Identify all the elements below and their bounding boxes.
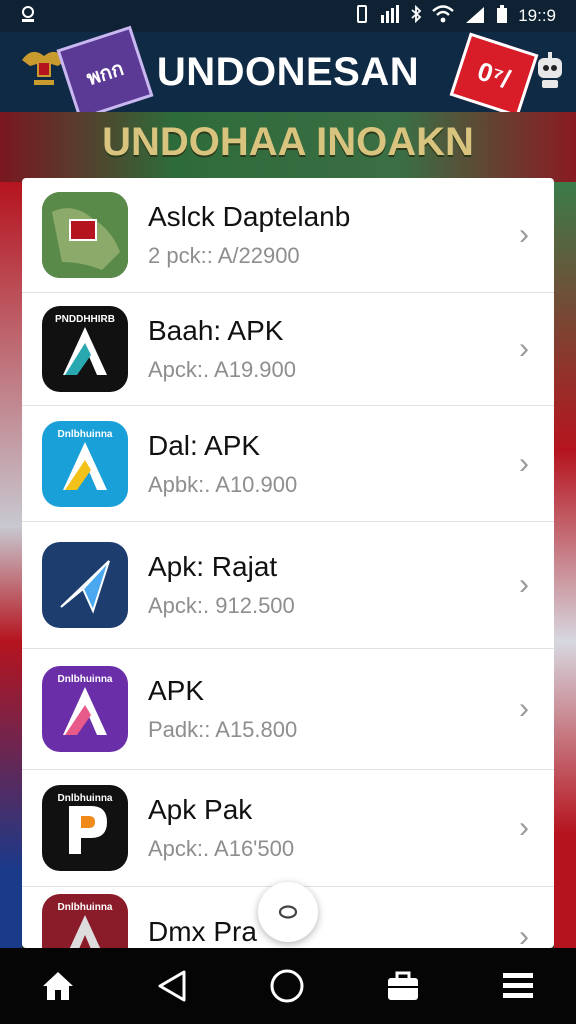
list-item[interactable]: Dnlbhuinna APK Padk:: A15.800 › bbox=[22, 649, 554, 770]
app-name: Dmx Pra bbox=[148, 916, 257, 947]
chevron-right-icon: › bbox=[519, 332, 529, 365]
app-name: Apk Pak bbox=[148, 794, 253, 825]
background-flag-right bbox=[554, 182, 576, 948]
app-price: Apck:. 912.500 bbox=[148, 593, 295, 618]
chevron-right-icon: › bbox=[519, 218, 529, 251]
signal-bars-icon bbox=[380, 4, 400, 28]
app-name: APK bbox=[148, 675, 205, 706]
app-price: Apck:. A19.900 bbox=[148, 357, 296, 382]
app-header: พกก UNDONESAN 0⁷/ bbox=[0, 25, 576, 121]
wifi-icon bbox=[432, 4, 454, 28]
bluetooth-icon bbox=[410, 4, 422, 28]
app-price: Padk:: A15.800 bbox=[148, 717, 298, 742]
back-icon[interactable] bbox=[156, 969, 188, 1003]
app-name: Apk: Rajat bbox=[148, 551, 278, 582]
menu-icon[interactable] bbox=[501, 971, 535, 1001]
home-circle-icon[interactable] bbox=[269, 968, 305, 1004]
chevron-right-icon: › bbox=[519, 811, 529, 844]
cell-signal-icon bbox=[464, 5, 486, 28]
chevron-right-icon: › bbox=[519, 692, 529, 725]
map-icon bbox=[42, 192, 128, 278]
letter-a-icon: PNDDHHIRB bbox=[42, 306, 128, 392]
clock: 19::9 bbox=[518, 6, 556, 25]
list-item[interactable]: Apk: Rajat Apck:. 912.500 › bbox=[22, 522, 554, 649]
battery-icon bbox=[496, 4, 508, 28]
home-icon[interactable] bbox=[41, 970, 75, 1002]
list-item[interactable]: PNDDHHIRB Baah: APK Apck:. A19.900 › bbox=[22, 293, 554, 406]
flag-sticker-left: พกก bbox=[56, 25, 154, 121]
paper-plane-icon bbox=[42, 542, 128, 628]
letter-a-icon: Dnlbhuinna bbox=[42, 420, 128, 507]
status-bar: 19::9 bbox=[0, 0, 576, 32]
vibrate-icon bbox=[354, 4, 370, 28]
list-item[interactable]: Dnlbhuinna Apk Pak Apck:. A16'500 › bbox=[22, 770, 554, 887]
banner-subtitle: UNDOHAA INOAKN bbox=[102, 120, 474, 164]
icon-label: Dnlbhuinna bbox=[57, 674, 113, 685]
letter-p-icon: Dnlbhuinna bbox=[42, 785, 128, 871]
chevron-right-icon: › bbox=[519, 446, 529, 480]
app-name: Dal: APK bbox=[148, 429, 261, 461]
app-price: Apck:. A16'500 bbox=[148, 836, 295, 861]
briefcase-icon[interactable] bbox=[386, 970, 420, 1002]
app-name: Aslck Daptelanb bbox=[148, 201, 351, 232]
icon-label: Dnlbhuinna bbox=[57, 793, 113, 804]
app-price: 2 pck:: A/22900 bbox=[148, 243, 300, 268]
page-title: UNDONESAN bbox=[156, 49, 420, 94]
chevron-right-icon: › bbox=[519, 568, 529, 601]
hero-banner: UNDOHAA INOAKN bbox=[0, 112, 576, 182]
letter-a-icon: Dnlbhuinna bbox=[42, 894, 128, 948]
icon-label: Dnlbhuinna bbox=[57, 902, 113, 913]
list-item[interactable]: Aslck Daptelanb 2 pck:: A/22900 › bbox=[22, 178, 554, 293]
list-item[interactable]: Dnlbhuinna Dal: APK Apbk:. A10.900 › bbox=[22, 406, 554, 522]
navigation-bar bbox=[0, 948, 576, 1024]
background-flag-left bbox=[0, 182, 22, 948]
chevron-right-icon: › bbox=[519, 920, 529, 948]
icon-label: PNDDHHIRB bbox=[55, 314, 115, 325]
flag-sticker-right: 0⁷/ bbox=[449, 32, 539, 118]
app-list: Aslck Daptelanb 2 pck:: A/22900 › PNDDHH… bbox=[22, 178, 554, 948]
app-name: Baah: APK bbox=[148, 315, 284, 346]
robot-icon bbox=[534, 50, 566, 90]
floating-action-button[interactable] bbox=[258, 882, 318, 942]
letter-a-icon: Dnlbhuinna bbox=[42, 666, 128, 752]
icon-label: Dnlbhuinna bbox=[57, 428, 113, 440]
app-price: Apbk:. A10.900 bbox=[148, 471, 298, 497]
notification-icon bbox=[0, 4, 38, 29]
